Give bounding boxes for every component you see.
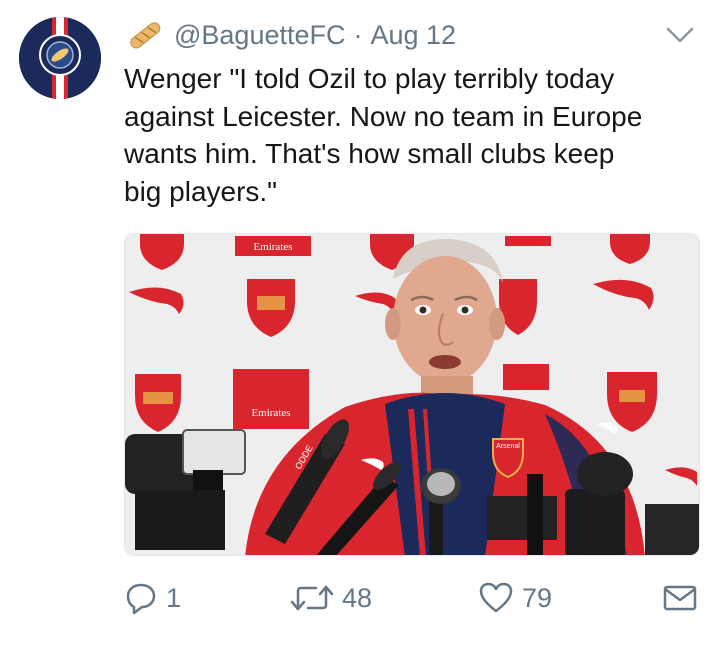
shirt-text: Arsenal (496, 443, 520, 450)
heart-icon (479, 582, 513, 613)
baguette-icon (126, 20, 164, 50)
separator-dot: · (353, 19, 363, 50)
chevron-down-icon[interactable] (664, 24, 696, 46)
tweet-text-line: wants him. That's how small clubs keep (124, 138, 615, 169)
envelope-icon (663, 585, 697, 611)
reply-icon (126, 583, 156, 615)
avatar[interactable] (19, 17, 101, 99)
retweet-count: 48 (342, 583, 373, 613)
board-text: Emirates (253, 241, 292, 253)
user-handle[interactable]: @BaguetteFC (174, 20, 346, 51)
tweet-header: @BaguetteFC · Aug 12 (126, 18, 456, 52)
tweet-photo[interactable]: Emirates Emirates Arsenal ODDE (124, 233, 700, 556)
tweet-text-line: Wenger "I told Ozil to play terribly tod… (124, 63, 615, 94)
board-text: Emirates (251, 407, 290, 419)
reply-count: 1 (166, 583, 182, 613)
retweet-button[interactable]: 48 (290, 578, 372, 618)
tweet-text-line: against Leicester. Now no team in Europe (124, 100, 643, 132)
like-count: 79 (522, 583, 553, 613)
tweet-text: Wenger "I told Ozil to play terribly tod… (124, 60, 704, 210)
tweet-actions: 1 48 79 (0, 578, 720, 618)
reply-button[interactable]: 1 (124, 578, 181, 618)
like-button[interactable]: 79 (478, 578, 552, 618)
direct-message-button[interactable] (662, 578, 706, 618)
tweet-text-line: big players." (124, 175, 278, 207)
retweet-icon (290, 585, 334, 611)
tweet-date[interactable]: Aug 12 (371, 20, 457, 51)
